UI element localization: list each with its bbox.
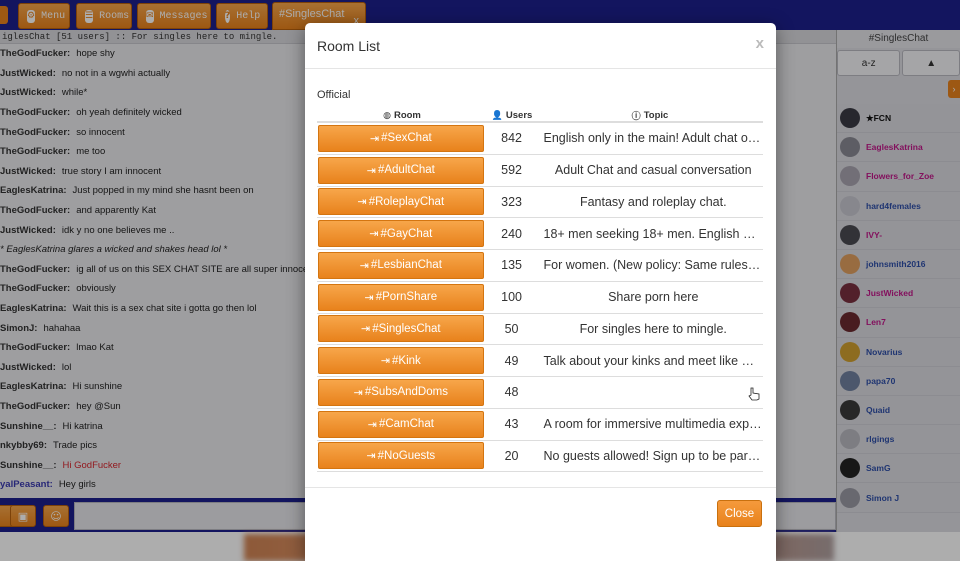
room-name: #SinglesChat bbox=[372, 322, 441, 335]
globe-icon: ◍ bbox=[383, 110, 391, 121]
room-join-button[interactable]: ⇥ #LesbianChat bbox=[318, 251, 484, 279]
room-join-button[interactable]: ⇥ #GayChat bbox=[318, 220, 484, 248]
table-row: ⇥ #PornShare 100 Share porn here bbox=[317, 282, 763, 314]
room-user-count: 842 bbox=[501, 131, 522, 146]
table-row: ⇥ #RoleplayChat 323 Fantasy and roleplay ch… bbox=[317, 187, 763, 219]
enter-icon: ⇥ bbox=[364, 290, 374, 304]
room-topic: For women. (New policy: Same rules … bbox=[543, 258, 764, 273]
room-table: ◍ Room 👤 Users ⓘ Topic ⇥ #SexChat 842 English … bbox=[317, 110, 763, 473]
table-row: ⇥ #SexChat 842 English only in the main! Ad… bbox=[317, 123, 763, 155]
enter-icon: ⇥ bbox=[380, 354, 391, 368]
room-join-button[interactable]: ⇥ #SexChat bbox=[318, 124, 484, 152]
table-row: ⇥ #NoGuests 20 No guests allowed! Sign up t… bbox=[317, 441, 763, 473]
table-row: ⇥ #GayChat 240 18+ men seeking 18+ men. Eng… bbox=[317, 218, 763, 250]
room-user-count: 48 bbox=[504, 385, 519, 400]
modal-footer bbox=[305, 487, 776, 488]
user-icon: 👤 bbox=[491, 110, 503, 121]
enter-icon: ⇥ bbox=[369, 131, 380, 145]
close-icon[interactable]: x bbox=[756, 35, 764, 52]
room-user-count: 100 bbox=[501, 290, 522, 305]
enter-icon: ⇥ bbox=[359, 258, 369, 272]
room-name: #CamChat bbox=[378, 418, 434, 431]
room-name: #LesbianChat bbox=[370, 259, 442, 272]
room-user-count: 323 bbox=[501, 194, 522, 209]
room-topic: Fantasy and roleplay chat. bbox=[579, 194, 727, 209]
table-row: ⇥ #SinglesChat 50 For singles here to mingl… bbox=[317, 314, 763, 346]
table-row: ⇥ #SubsAndDoms 48 bbox=[317, 377, 763, 409]
hand-cursor-icon bbox=[748, 387, 760, 401]
room-topic: No guests allowed! Sign up to be part… bbox=[543, 448, 764, 463]
room-join-button[interactable]: ⇥ #RoleplayChat bbox=[318, 188, 484, 216]
room-join-button[interactable]: ⇥ #AdultChat bbox=[318, 156, 484, 184]
room-name: #SubsAndDoms bbox=[364, 386, 448, 399]
modal-header: Room List x bbox=[305, 23, 776, 69]
room-join-button[interactable]: ⇥ #CamChat bbox=[318, 410, 484, 438]
enter-icon: ⇥ bbox=[366, 163, 376, 177]
enter-icon: ⇥ bbox=[369, 227, 379, 241]
info-icon: ⓘ bbox=[631, 112, 641, 122]
room-user-count: 592 bbox=[501, 163, 522, 178]
room-name: #GayChat bbox=[380, 227, 433, 240]
room-name: #NoGuests bbox=[377, 449, 436, 462]
table-header: ◍ Room 👤 Users ⓘ Topic bbox=[317, 110, 763, 123]
room-user-count: 20 bbox=[504, 448, 519, 463]
room-join-button[interactable]: ⇥ #Kink bbox=[318, 347, 484, 375]
room-topic: Adult Chat and casual conversation bbox=[554, 163, 752, 178]
column-topic[interactable]: ⓘ Topic bbox=[537, 110, 763, 122]
room-name: #RoleplayChat bbox=[368, 195, 445, 208]
room-topic: A room for immersive multimedia exp… bbox=[543, 417, 762, 432]
room-user-count: 49 bbox=[504, 353, 519, 368]
room-join-button[interactable]: ⇥ #NoGuests bbox=[318, 442, 484, 470]
room-user-count: 135 bbox=[501, 258, 522, 273]
enter-icon: ⇥ bbox=[357, 195, 367, 209]
table-row: ⇥ #CamChat 43 A room for immersive multimed… bbox=[317, 409, 763, 441]
room-name: #Kink bbox=[392, 354, 421, 367]
room-user-count: 43 bbox=[504, 417, 519, 432]
room-user-count: 240 bbox=[501, 226, 522, 241]
room-join-button[interactable]: ⇥ #PornShare bbox=[318, 283, 484, 311]
room-name: #SexChat bbox=[381, 132, 432, 145]
room-topic: Talk about your kinks and meet like m… bbox=[543, 353, 764, 368]
close-button[interactable]: Close bbox=[717, 500, 762, 527]
room-topic: Share porn here bbox=[608, 290, 699, 305]
column-users[interactable]: 👤 Users bbox=[487, 110, 537, 121]
enter-icon: ⇥ bbox=[367, 417, 377, 431]
enter-icon: ⇥ bbox=[353, 385, 363, 399]
room-user-count: 50 bbox=[504, 321, 519, 336]
room-list-modal: Room List x Official ◍ Room 👤 Users ⓘ Topic… bbox=[305, 23, 776, 561]
room-name: #PornShare bbox=[375, 291, 438, 304]
modal-title: Room List bbox=[317, 38, 381, 54]
room-topic: For singles here to mingle. bbox=[579, 321, 727, 336]
room-join-button[interactable]: ⇥ #SinglesChat bbox=[318, 315, 484, 343]
room-join-button[interactable]: ⇥ #SubsAndDoms bbox=[318, 378, 484, 406]
enter-icon: ⇥ bbox=[361, 322, 371, 336]
room-name: #AdultChat bbox=[377, 164, 435, 177]
room-rows: ⇥ #SexChat 842 English only in the main! Ad… bbox=[317, 123, 763, 473]
enter-icon: ⇥ bbox=[366, 449, 376, 463]
room-topic: English only in the main! Adult chat of… bbox=[543, 131, 764, 146]
table-row: ⇥ #LesbianChat 135 For women. (New policy: … bbox=[317, 250, 763, 282]
column-room[interactable]: ◍ Room bbox=[317, 110, 487, 121]
table-row: ⇥ #AdultChat 592 Adult Chat and casual conv… bbox=[317, 155, 763, 187]
section-label-official: Official bbox=[317, 89, 351, 101]
room-topic: 18+ men seeking 18+ men. English O… bbox=[543, 226, 764, 241]
table-row: ⇥ #Kink 49 Talk about your kinks and meet l… bbox=[317, 345, 763, 377]
